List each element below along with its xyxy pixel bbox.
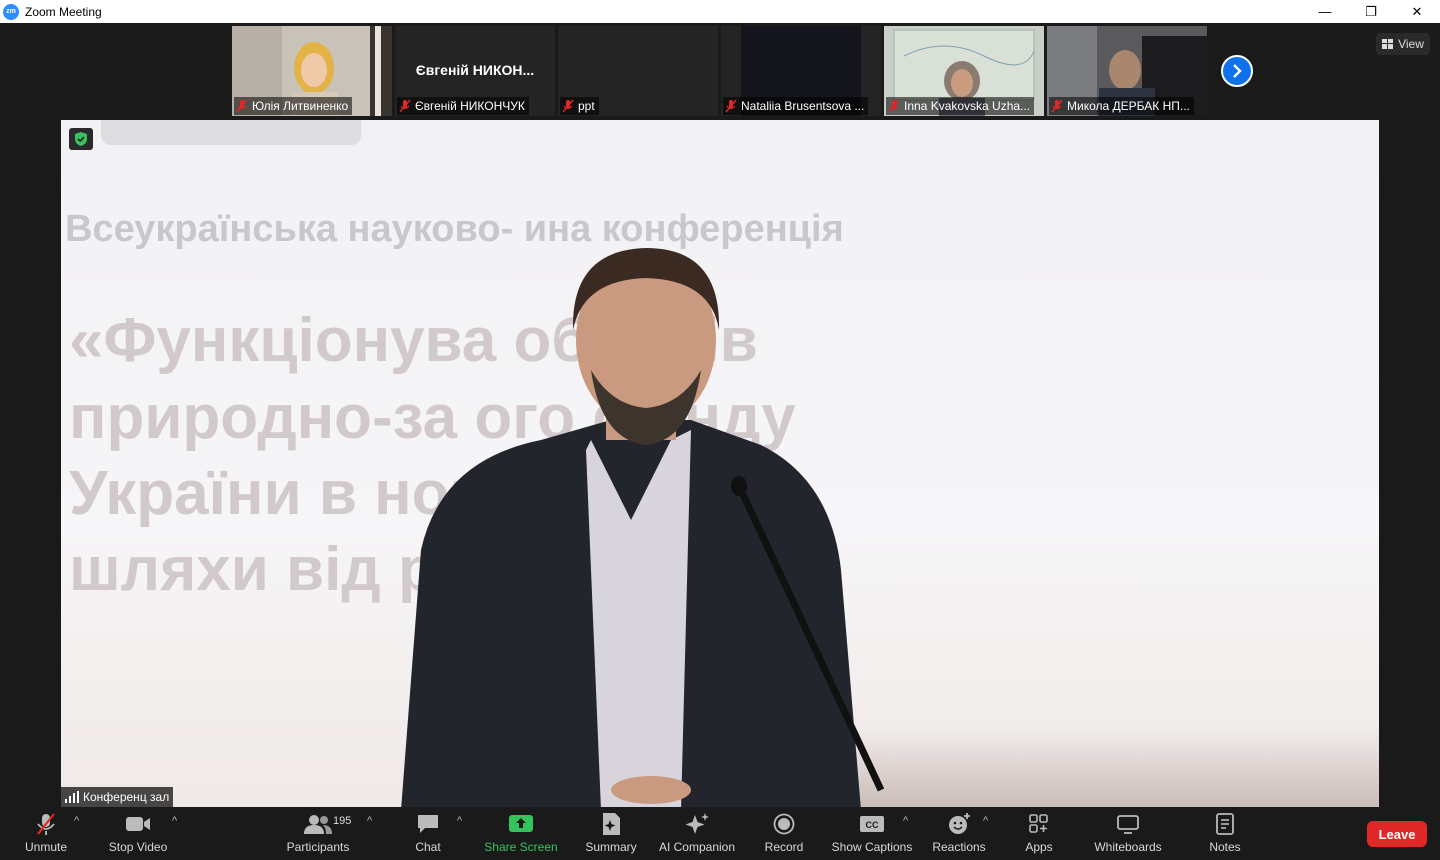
- unmute-button[interactable]: Unmute: [22, 811, 70, 854]
- chat-bubble-icon: [418, 815, 438, 833]
- view-button[interactable]: View: [1376, 33, 1430, 55]
- record-icon: [773, 813, 795, 835]
- record-button[interactable]: Record: [762, 811, 806, 854]
- participant-name: ppt: [578, 99, 595, 113]
- chevron-right-icon: [1233, 64, 1242, 78]
- whiteboards-label: Whiteboards: [1094, 840, 1162, 854]
- notes-label: Notes: [1209, 840, 1241, 854]
- participant-tile[interactable]: Юлія Литвиненко: [232, 26, 392, 116]
- participants-count: 195: [333, 815, 352, 827]
- reactions-options-caret[interactable]: ^: [983, 815, 988, 827]
- restore-button[interactable]: ❐: [1348, 0, 1394, 23]
- participants-icon: [304, 815, 332, 834]
- share-screen-icon: [509, 815, 533, 832]
- show-captions-button[interactable]: CC Show Captions: [831, 811, 913, 854]
- title-bar: zm Zoom Meeting — ❐ ✕: [0, 0, 1440, 23]
- participant-tile[interactable]: Inna Kvakovska Uzha...: [884, 26, 1044, 116]
- view-label: View: [1398, 37, 1424, 51]
- whiteboards-button[interactable]: Whiteboards: [1092, 811, 1164, 854]
- share-screen-label: Share Screen: [484, 840, 558, 854]
- stop-video-button[interactable]: Stop Video: [106, 811, 170, 854]
- summary-button[interactable]: Summary: [582, 811, 640, 854]
- zoom-logo-icon: zm: [3, 3, 19, 20]
- speaker-name: Конференц зал: [83, 790, 170, 804]
- participant-name: Inna Kvakovska Uzha...: [904, 99, 1031, 113]
- record-label: Record: [764, 840, 804, 854]
- ai-sparkle-icon: [685, 813, 709, 834]
- active-speaker-video[interactable]: Всеукраїнська науково- ина конференція «…: [61, 120, 1379, 807]
- reactions-button[interactable]: Reactions: [931, 811, 987, 854]
- mic-muted-icon: [1051, 99, 1063, 113]
- participant-name-bar: Inna Kvakovska Uzha...: [886, 97, 1035, 115]
- participant-name-bar: Nataliia Brusentsova ...: [723, 97, 869, 115]
- slide-header-shape: [101, 120, 361, 145]
- participant-name: Микола ДЕРБАК НП...: [1067, 99, 1190, 113]
- share-screen-button[interactable]: Share Screen: [484, 811, 558, 854]
- video-camera-icon: [126, 817, 150, 831]
- shield-icon: [75, 132, 87, 146]
- mic-muted-icon: [562, 99, 574, 113]
- participant-name-bar: ppt: [560, 97, 599, 115]
- gallery-next-button[interactable]: [1221, 55, 1253, 87]
- minimize-button[interactable]: —: [1302, 0, 1348, 23]
- speaker-figure: [401, 248, 885, 807]
- notes-icon: [1216, 813, 1234, 835]
- captions-options-caret[interactable]: ^: [903, 815, 908, 827]
- meeting-controls-toolbar: Unmute ^ Stop Video ^ Participants 195 ^…: [0, 807, 1440, 860]
- reactions-label: Reactions: [932, 840, 986, 854]
- participant-tile[interactable]: Микола ДЕРБАК НП...: [1047, 26, 1207, 116]
- participant-name-bar: Микола ДЕРБАК НП...: [1049, 97, 1194, 115]
- participants-options-caret[interactable]: ^: [367, 815, 372, 827]
- whiteboard-icon: [1117, 815, 1139, 834]
- speaker-name-label: Конференц зал: [61, 787, 174, 807]
- participant-name: Nataliia Brusentsova ...: [741, 99, 865, 113]
- participant-tile[interactable]: ppt: [558, 26, 718, 116]
- ai-companion-label: AI Companion: [658, 840, 736, 854]
- mic-muted-icon: [888, 99, 900, 113]
- window-title: Zoom Meeting: [25, 4, 102, 19]
- close-button[interactable]: ✕: [1394, 0, 1440, 23]
- participant-name: Євгеній НИКОНЧУК: [415, 99, 525, 113]
- participant-name: Юлія Литвиненко: [252, 99, 349, 113]
- svg-text:CC: CC: [866, 820, 879, 830]
- show-captions-label: Show Captions: [831, 840, 913, 854]
- grid-view-icon: [1382, 39, 1394, 49]
- notes-button[interactable]: Notes: [1207, 811, 1243, 854]
- apps-icon: [1029, 814, 1048, 833]
- chat-options-caret[interactable]: ^: [457, 815, 462, 827]
- mic-muted-icon: [725, 99, 737, 113]
- video-options-caret[interactable]: ^: [172, 815, 177, 827]
- participants-label: Participants: [286, 840, 350, 854]
- mic-muted-icon: [399, 99, 411, 113]
- smiley-add-icon: [949, 813, 970, 834]
- summary-label: Summary: [585, 840, 637, 854]
- closed-captions-icon: CC: [860, 816, 884, 832]
- participant-name-bar: Юлія Литвиненко: [234, 97, 353, 115]
- leave-button[interactable]: Leave: [1367, 821, 1427, 847]
- chat-button[interactable]: Chat: [408, 811, 448, 854]
- encryption-shield-icon[interactable]: [69, 128, 93, 150]
- participant-gallery: Юлія Литвиненко Євгеній НИКОН... Євгеній…: [0, 23, 1440, 120]
- participant-tile[interactable]: Nataliia Brusentsova ...: [721, 26, 881, 116]
- unmute-label: Unmute: [24, 840, 68, 854]
- mic-muted-icon: [236, 99, 248, 113]
- audio-options-caret[interactable]: ^: [74, 815, 79, 827]
- apps-button[interactable]: Apps: [1022, 811, 1056, 854]
- chat-label: Chat: [415, 840, 441, 854]
- apps-label: Apps: [1025, 840, 1053, 854]
- ai-companion-button[interactable]: AI Companion: [657, 811, 737, 854]
- participant-tile[interactable]: Євгеній НИКОН... Євгеній НИКОНЧУК: [395, 26, 555, 116]
- summary-document-icon: [603, 813, 620, 835]
- signal-strength-icon: [65, 791, 79, 803]
- participant-name-bar: Євгеній НИКОНЧУК: [397, 97, 529, 115]
- participant-display-name: Євгеній НИКОН...: [415, 62, 535, 78]
- stop-video-label: Stop Video: [108, 840, 168, 854]
- mic-muted-icon: [37, 813, 55, 835]
- window-controls: — ❐ ✕: [1302, 0, 1440, 23]
